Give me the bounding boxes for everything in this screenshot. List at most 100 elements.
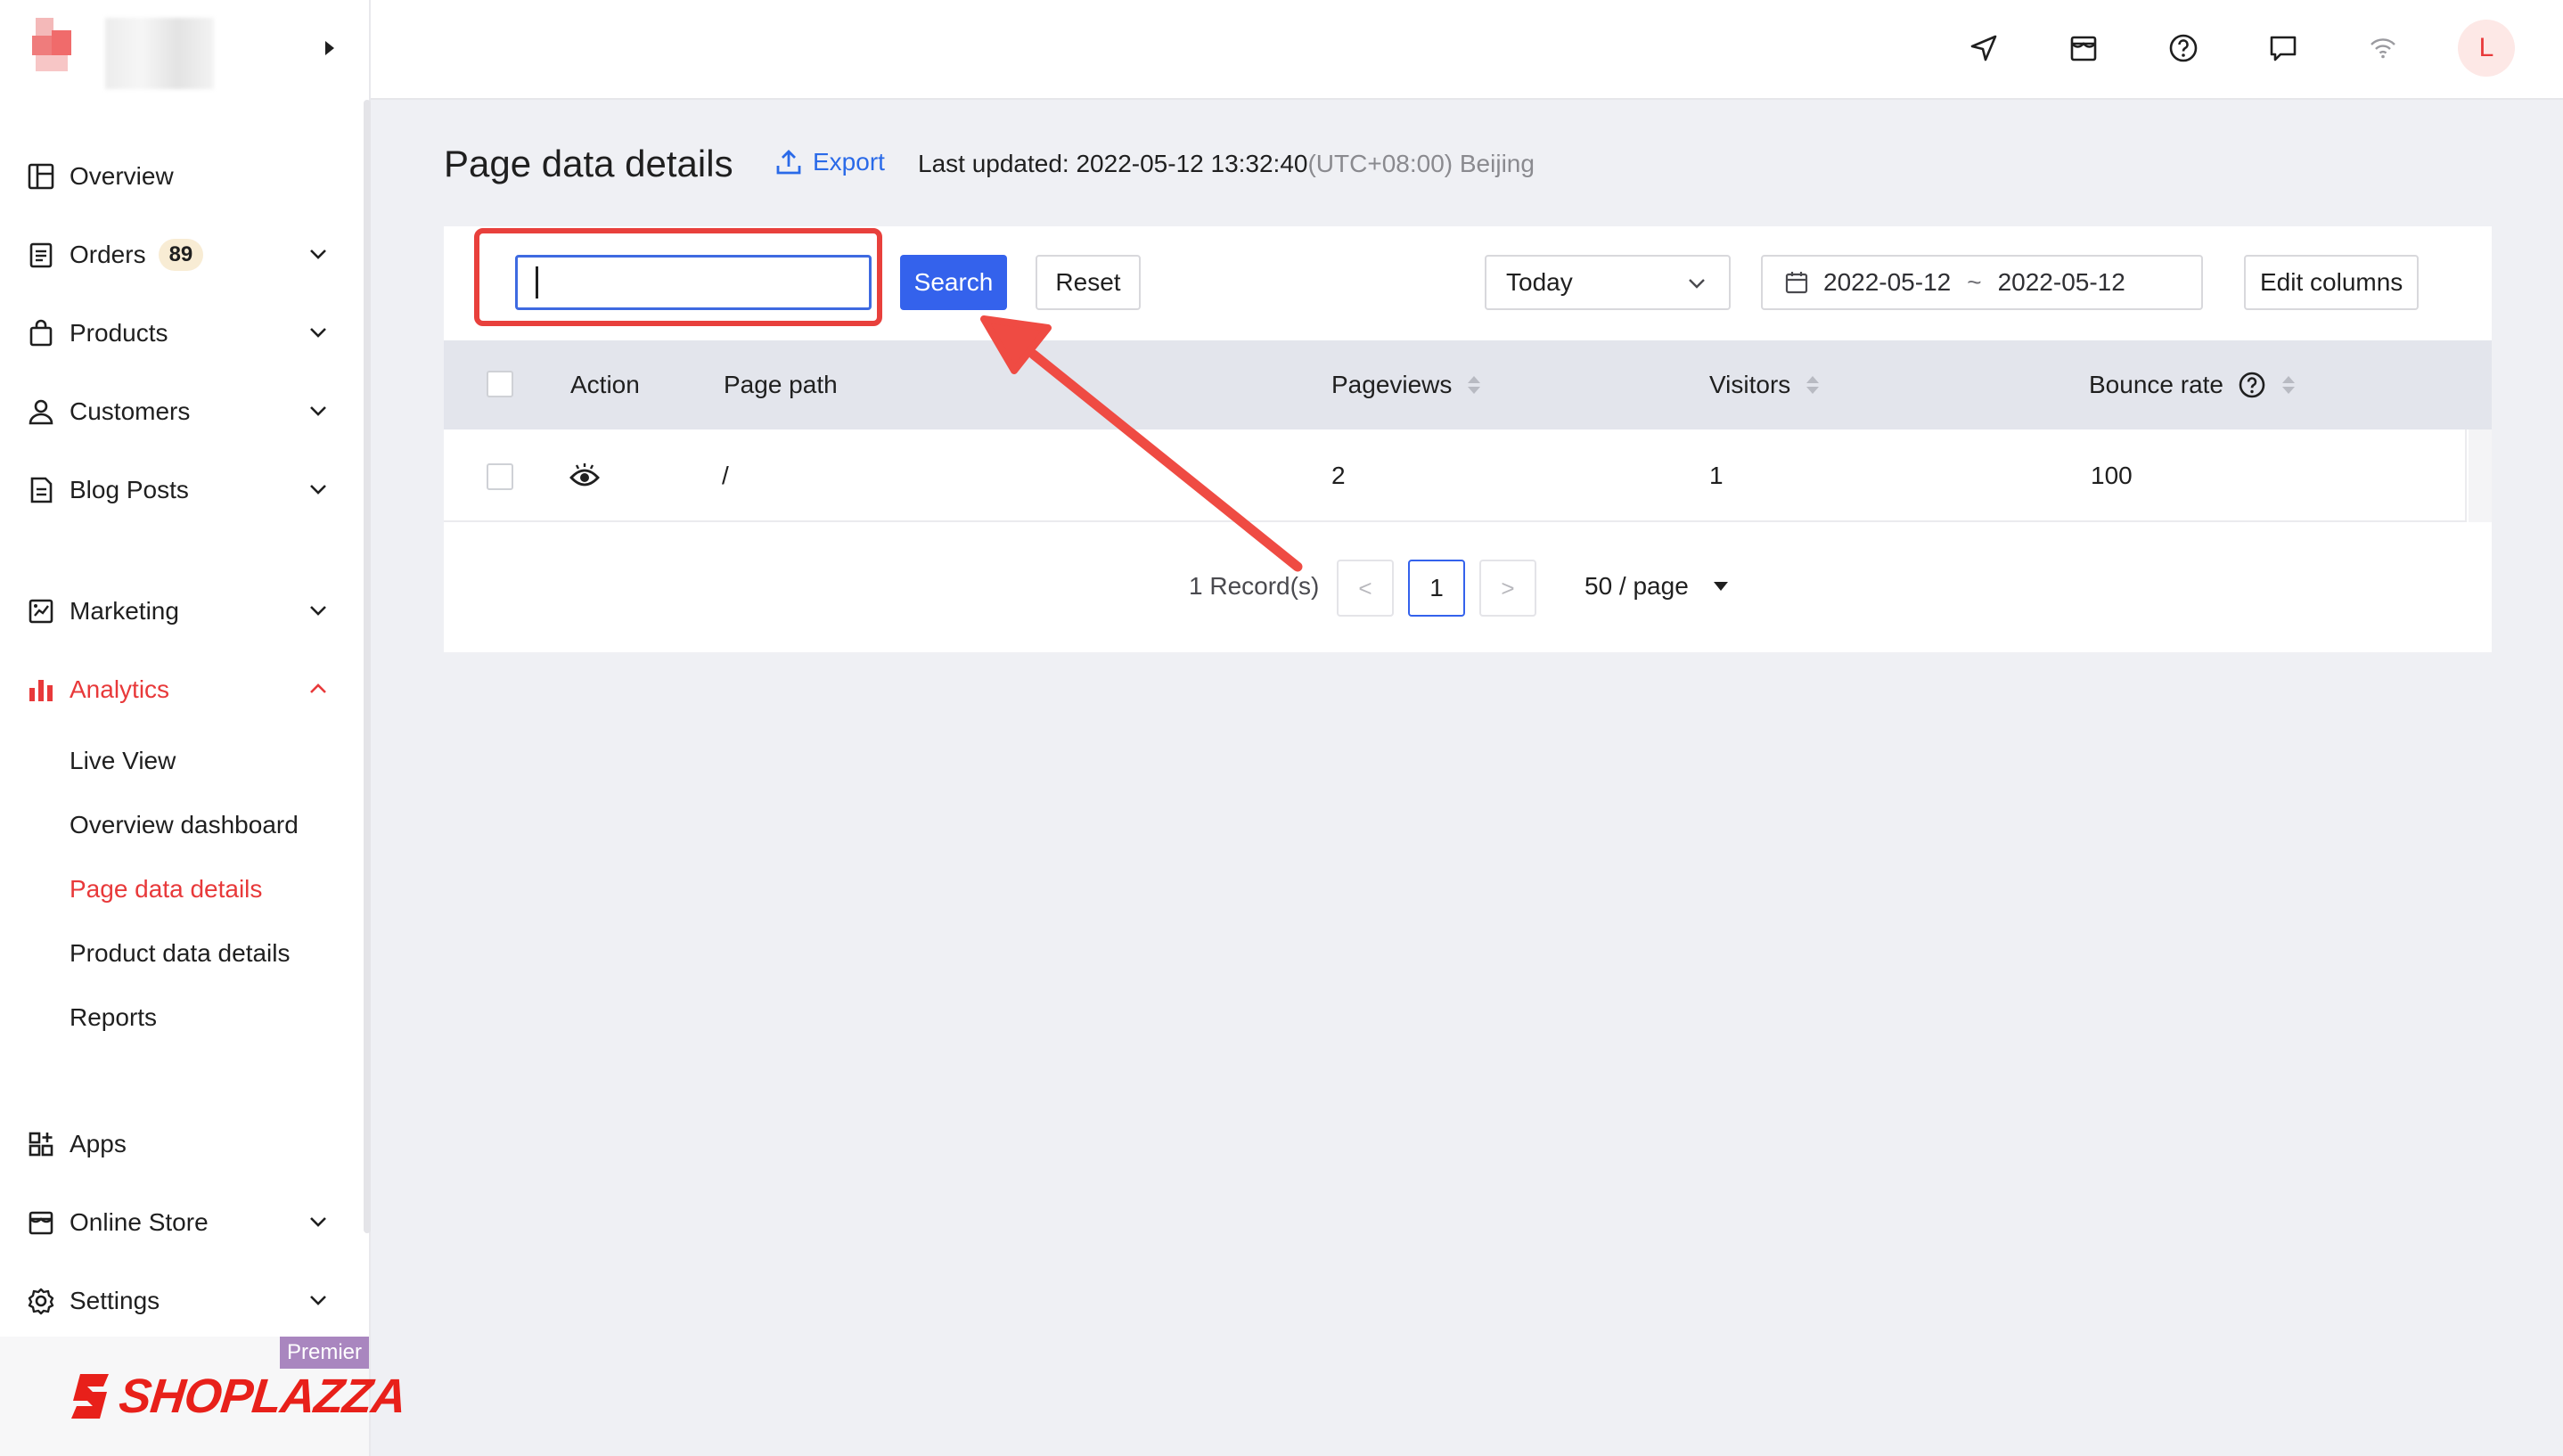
sidebar-subitem-reports[interactable]: Reports <box>0 986 360 1050</box>
timezone-label: (UTC+08:00) Beijing <box>1307 150 1535 177</box>
sidebar-nav: Overview Orders 89 Products Customers Bl… <box>0 137 360 1340</box>
sidebar-item-label: Orders <box>70 241 146 268</box>
date-range-picker[interactable]: 2022-05-12 ~ 2022-05-12 <box>1761 255 2203 310</box>
chevron-left-icon: < <box>1358 574 1372 601</box>
export-button[interactable]: Export <box>775 148 885 176</box>
records-count: 1 Record(s) <box>1189 572 1320 600</box>
sort-icon[interactable] <box>1806 376 1820 394</box>
row-checkbox[interactable] <box>487 463 513 490</box>
select-all-checkbox[interactable] <box>487 371 513 397</box>
sidebar-item-label: Settings <box>70 1287 160 1314</box>
column-header-pageviews: Pageviews <box>1331 371 1481 399</box>
search-input[interactable] <box>515 255 872 310</box>
caret-right-icon <box>325 41 334 55</box>
page-size-select[interactable]: 50 / page <box>1584 572 1728 601</box>
store-icon[interactable] <box>2066 30 2101 66</box>
chevron-down-icon <box>310 606 326 616</box>
shoplazza-s-icon <box>71 1374 109 1419</box>
column-label: Pageviews <box>1331 371 1453 398</box>
cell-page-path[interactable]: / <box>722 462 729 490</box>
chevron-right-icon: > <box>1501 574 1515 601</box>
sidebar-subitem-product-data-details[interactable]: Product data details <box>0 921 360 986</box>
table-row: / 2 1 100 <box>444 429 2467 522</box>
top-bar <box>371 0 2563 100</box>
chevron-down-icon <box>310 1296 326 1305</box>
prev-page-button[interactable]: < <box>1337 560 1394 617</box>
overview-layout-icon <box>25 160 57 192</box>
sidebar-item-products[interactable]: Products <box>0 294 360 372</box>
last-updated-value: 2022-05-12 13:32:40 <box>1076 150 1308 177</box>
page-title: Page data details <box>444 143 733 184</box>
wifi-icon[interactable] <box>2365 30 2401 66</box>
shoplazza-logo: SHOPLAZZA <box>68 1369 408 1424</box>
sidebar-item-orders[interactable]: Orders 89 <box>0 216 360 294</box>
date-start: 2022-05-12 <box>1823 268 1952 296</box>
date-range-selected: Today <box>1506 268 1573 296</box>
text-cursor <box>536 266 538 299</box>
date-separator: ~ <box>1967 268 1982 296</box>
sidebar-item-label: Overview <box>70 162 174 190</box>
sidebar-item-analytics[interactable]: Analytics <box>0 650 360 729</box>
edit-columns-button[interactable]: Edit columns <box>2244 255 2420 310</box>
marketing-icon <box>25 595 57 627</box>
sidebar-scrollbar[interactable] <box>364 100 371 1233</box>
date-range-select[interactable]: Today <box>1485 255 1731 310</box>
sidebar-item-label: Online Store <box>70 1208 209 1236</box>
chat-icon[interactable] <box>2265 30 2301 66</box>
storefront-icon <box>25 1207 57 1239</box>
column-label: Bounce rate <box>2089 371 2223 398</box>
sidebar-item-overview[interactable]: Overview <box>0 137 360 216</box>
sidebar-subitem-live-view[interactable]: Live View <box>0 729 360 793</box>
column-label: Action <box>570 371 640 398</box>
cell-pageviews: 2 <box>1331 462 1346 489</box>
sidebar-item-customers[interactable]: Customers <box>0 372 360 451</box>
cell-visitors: 1 <box>1709 462 1724 489</box>
sort-icon[interactable] <box>2282 376 2295 394</box>
next-page-button[interactable]: > <box>1479 560 1536 617</box>
chevron-down-icon <box>310 1217 326 1227</box>
person-icon <box>25 396 57 428</box>
column-label: Visitors <box>1709 371 1791 398</box>
last-updated-prefix: Last updated: <box>918 150 1077 177</box>
clipboard-icon <box>25 239 57 271</box>
document-icon <box>25 474 57 506</box>
sidebar: Overview Orders 89 Products Customers Bl… <box>0 0 408 1456</box>
brand-footer: Premier SHOPLAZZA <box>0 1337 408 1456</box>
sidebar-item-marketing[interactable]: Marketing <box>0 572 360 650</box>
eye-icon[interactable] <box>569 460 601 498</box>
sidebar-item-label: Customers <box>70 397 191 425</box>
sidebar-item-settings[interactable]: Settings <box>0 1262 360 1340</box>
sidebar-item-blog-posts[interactable]: Blog Posts <box>0 451 360 529</box>
sidebar-item-label: Products <box>70 319 168 347</box>
column-header-action: Action <box>570 371 640 399</box>
shopping-bag-icon <box>25 317 57 349</box>
user-avatar[interactable]: L <box>2458 20 2515 77</box>
last-updated: Last updated: 2022-05-12 13:32:40(UTC+08… <box>918 150 1535 178</box>
search-button[interactable]: Search <box>900 255 1007 310</box>
gear-icon <box>25 1285 57 1317</box>
chevron-down-icon <box>1689 279 1705 289</box>
page-number-current[interactable]: 1 <box>1408 560 1465 617</box>
column-header-page-path: Page path <box>724 371 838 399</box>
store-logo-icon <box>32 18 71 71</box>
sort-icon[interactable] <box>1468 376 1481 394</box>
reset-button[interactable]: Reset <box>1036 255 1141 310</box>
sidebar-item-label: Blog Posts <box>70 476 189 503</box>
chevron-down-icon <box>310 485 326 495</box>
help-circle-icon[interactable] <box>2166 30 2201 66</box>
navigation-arrow-icon[interactable] <box>1966 30 2002 66</box>
sidebar-item-apps[interactable]: Apps <box>0 1105 360 1183</box>
sidebar-subitem-page-data-details[interactable]: Page data details <box>0 857 360 921</box>
table-scrollbar[interactable] <box>2469 429 2492 522</box>
caret-down-icon <box>1713 582 1728 591</box>
calendar-icon <box>1785 272 1808 294</box>
help-circle-icon[interactable] <box>2238 371 2266 399</box>
orders-count-badge: 89 <box>158 239 204 271</box>
collapse-sidebar-button[interactable] <box>317 36 342 61</box>
chevron-down-icon <box>310 406 326 416</box>
sidebar-item-online-store[interactable]: Online Store <box>0 1183 360 1262</box>
sidebar-subitem-overview-dashboard[interactable]: Overview dashboard <box>0 793 360 857</box>
cell-bounce-rate: 100 <box>2091 462 2133 489</box>
